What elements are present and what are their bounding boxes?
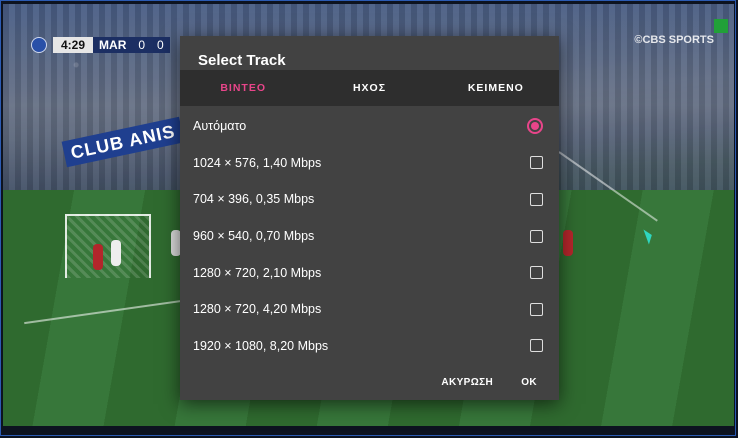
checkbox-icon[interactable]: [530, 229, 543, 243]
track-option[interactable]: 960 × 540, 0,70 Mbps: [180, 218, 559, 255]
track-option-auto[interactable]: Αυτόματο: [180, 108, 559, 145]
track-option[interactable]: 1024 × 576, 1,40 Mbps: [180, 145, 559, 182]
player-figure: [563, 230, 573, 256]
broadcaster-logo: ©CBS SPORTS: [634, 34, 714, 46]
checkbox-icon[interactable]: [530, 339, 543, 353]
track-option[interactable]: 1280 × 720, 2,10 Mbps: [180, 254, 559, 291]
team-abbreviation: MAR: [93, 37, 133, 53]
player-figure: [93, 244, 103, 270]
checkbox-icon[interactable]: [530, 192, 543, 206]
status-indicator-icon: [714, 19, 728, 33]
track-option-label: 1280 × 720, 2,10 Mbps: [193, 265, 322, 280]
track-option-label: 704 × 396, 0,35 Mbps: [193, 192, 315, 207]
track-type-tabs: ΒΙΝΤΕΟ ΗΧΟΣ ΚΕΙΜΕΝΟ: [180, 70, 559, 106]
tab-audio[interactable]: ΗΧΟΣ: [306, 70, 432, 106]
goal-net: [65, 214, 151, 278]
score-left: 0: [132, 37, 152, 53]
checkbox-icon[interactable]: [530, 156, 543, 170]
player-figure: [111, 240, 121, 266]
radio-selected-icon[interactable]: [527, 118, 543, 135]
dialog-title: Select Track: [198, 52, 286, 69]
score-right: 0: [151, 37, 170, 53]
tab-video[interactable]: ΒΙΝΤΕΟ: [180, 70, 306, 106]
ok-button[interactable]: OK: [521, 377, 537, 388]
track-option-label: 1024 × 576, 1,40 Mbps: [193, 155, 322, 170]
track-option[interactable]: 1920 × 1080, 8,20 Mbps: [180, 328, 559, 365]
match-clock: 4:29: [53, 37, 94, 53]
checkbox-icon[interactable]: [530, 266, 543, 280]
select-track-dialog: Select Track ΒΙΝΤΕΟ ΗΧΟΣ ΚΕΙΜΕΝΟ Αυτόματ…: [180, 36, 559, 400]
champions-league-logo-icon: [31, 37, 47, 53]
track-option[interactable]: 704 × 396, 0,35 Mbps: [180, 181, 559, 218]
track-option-label: 960 × 540, 0,70 Mbps: [193, 229, 315, 244]
cancel-button[interactable]: ΑΚΥΡΩΣΗ: [441, 377, 493, 388]
track-options-list: Αυτόματο 1024 × 576, 1,40 Mbps 704 × 396…: [180, 108, 559, 364]
tab-text[interactable]: ΚΕΙΜΕΝΟ: [433, 70, 559, 106]
track-option-label: 1280 × 720, 4,20 Mbps: [193, 302, 322, 317]
track-option-label: Αυτόματο: [193, 119, 247, 134]
track-option[interactable]: 1280 × 720, 4,20 Mbps: [180, 291, 559, 328]
checkbox-icon[interactable]: [530, 302, 543, 316]
dialog-actions: ΑΚΥΡΩΣΗ OK: [413, 364, 559, 400]
scorebug: 4:29 MAR 0 0: [31, 37, 170, 53]
track-option-label: 1920 × 1080, 8,20 Mbps: [193, 338, 329, 353]
